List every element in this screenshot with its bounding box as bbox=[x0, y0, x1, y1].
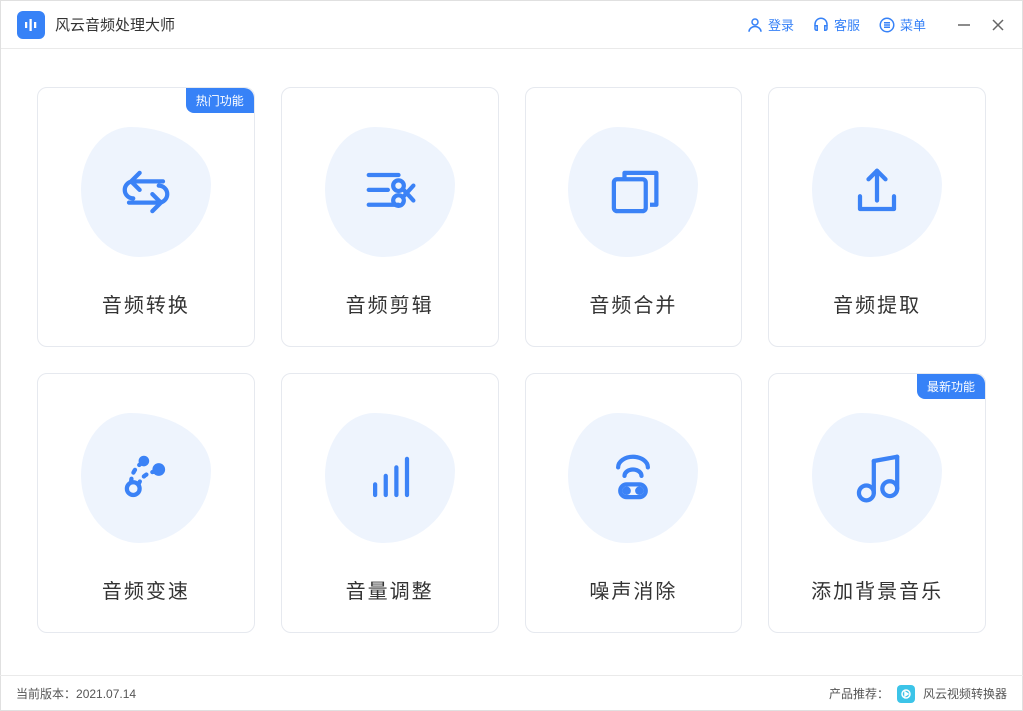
card-volume-adjust[interactable]: 音量调整 bbox=[281, 373, 499, 633]
speed-icon bbox=[112, 444, 180, 512]
icon-blob bbox=[325, 127, 455, 257]
volume-bars-icon bbox=[356, 444, 424, 512]
icon-blob bbox=[81, 127, 211, 257]
card-label: 音频剪辑 bbox=[346, 289, 434, 318]
icon-blob bbox=[81, 413, 211, 543]
card-label: 音频合并 bbox=[589, 289, 677, 318]
service-label: 客服 bbox=[834, 15, 860, 34]
recommend-app-name: 风云视频转换器 bbox=[923, 685, 1007, 702]
card-audio-speed[interactable]: 音频变速 bbox=[37, 373, 255, 633]
close-icon bbox=[991, 18, 1005, 32]
merge-icon bbox=[599, 158, 667, 226]
card-label: 音频转换 bbox=[102, 289, 190, 318]
noise-icon bbox=[599, 444, 667, 512]
music-note-icon bbox=[843, 444, 911, 512]
card-label: 噪声消除 bbox=[589, 575, 677, 604]
card-audio-cut[interactable]: 音频剪辑 bbox=[281, 87, 499, 347]
audio-bars-icon bbox=[22, 16, 40, 34]
icon-blob bbox=[812, 127, 942, 257]
icon-blob bbox=[568, 413, 698, 543]
recommend-app-icon bbox=[897, 685, 915, 703]
recommend-label: 产品推荐： bbox=[829, 685, 889, 702]
version-value: 2021.07.14 bbox=[76, 687, 136, 701]
window-controls bbox=[956, 17, 1006, 33]
card-add-bgm[interactable]: 最新功能 添加背景音乐 bbox=[768, 373, 986, 633]
card-audio-merge[interactable]: 音频合并 bbox=[525, 87, 743, 347]
icon-blob bbox=[812, 413, 942, 543]
extract-icon bbox=[843, 158, 911, 226]
login-link[interactable]: 登录 bbox=[746, 15, 794, 34]
minimize-button[interactable] bbox=[956, 17, 972, 33]
footer-recommend[interactable]: 产品推荐： 风云视频转换器 bbox=[829, 685, 1007, 703]
login-label: 登录 bbox=[768, 15, 794, 34]
card-label: 音频变速 bbox=[102, 575, 190, 604]
menu-link[interactable]: 菜单 bbox=[878, 15, 926, 34]
titlebar-actions: 登录 客服 菜单 bbox=[746, 15, 1006, 34]
icon-blob bbox=[325, 413, 455, 543]
app-logo bbox=[17, 11, 45, 39]
scissors-icon bbox=[356, 158, 424, 226]
feature-grid: 热门功能 音频转换 音频剪辑 bbox=[1, 49, 1022, 653]
card-label: 音量调整 bbox=[346, 575, 434, 604]
badge-new: 最新功能 bbox=[917, 374, 985, 399]
close-button[interactable] bbox=[990, 17, 1006, 33]
card-label: 添加背景音乐 bbox=[811, 575, 943, 604]
user-icon bbox=[746, 16, 764, 34]
card-label: 音频提取 bbox=[833, 289, 921, 318]
card-audio-convert[interactable]: 热门功能 音频转换 bbox=[37, 87, 255, 347]
version-label: 当前版本： bbox=[16, 685, 76, 702]
service-link[interactable]: 客服 bbox=[812, 15, 860, 34]
menu-icon bbox=[878, 16, 896, 34]
icon-blob bbox=[568, 127, 698, 257]
titlebar: 风云音频处理大师 登录 客服 菜单 bbox=[1, 1, 1022, 49]
footer: 当前版本： 2021.07.14 产品推荐： 风云视频转换器 bbox=[0, 675, 1023, 711]
card-audio-extract[interactable]: 音频提取 bbox=[768, 87, 986, 347]
menu-label: 菜单 bbox=[900, 15, 926, 34]
app-title: 风云音频处理大师 bbox=[55, 14, 175, 35]
convert-icon bbox=[112, 158, 180, 226]
minimize-icon bbox=[957, 18, 971, 32]
headset-icon bbox=[812, 16, 830, 34]
card-noise-remove[interactable]: 噪声消除 bbox=[525, 373, 743, 633]
badge-hot: 热门功能 bbox=[186, 88, 254, 113]
